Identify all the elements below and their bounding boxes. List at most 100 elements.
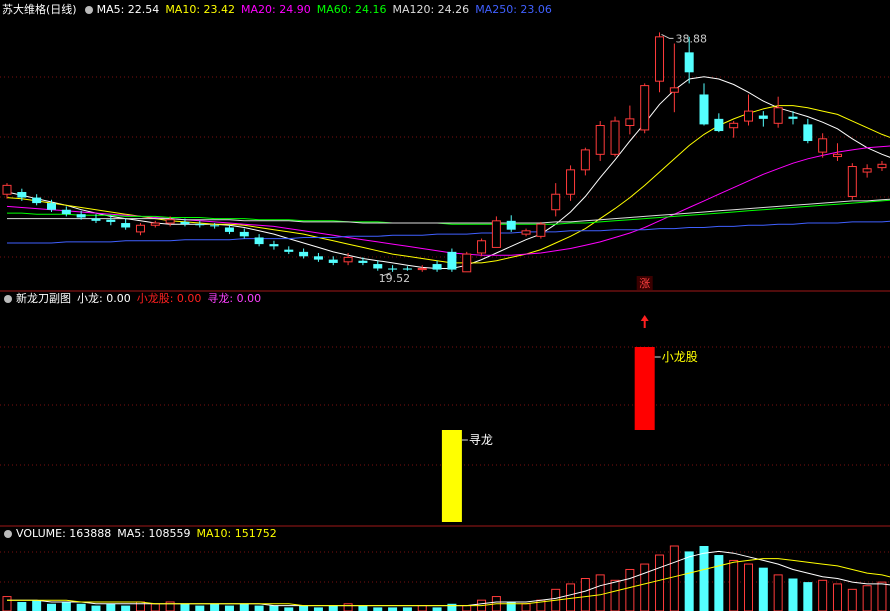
- volume-bar: [744, 563, 753, 611]
- candle-body: [566, 169, 576, 195]
- volume-bar: [388, 607, 398, 611]
- candle-body: [373, 264, 383, 269]
- ma-line-ma10: [6, 105, 890, 264]
- candle-body: [76, 214, 86, 218]
- candle-body: [402, 268, 412, 270]
- ma20-label: MA20: 24.90: [241, 3, 311, 16]
- volume-bar: [655, 554, 665, 611]
- volume-bar: [417, 605, 427, 611]
- candle-body: [625, 118, 635, 127]
- ma60-label: MA60: 24.16: [316, 3, 387, 16]
- candle-body: [714, 118, 724, 132]
- volume-bar: [640, 563, 650, 611]
- candle-body: [239, 231, 249, 237]
- candle-body: [432, 264, 442, 270]
- signal-label: 寻龙: [469, 433, 493, 447]
- volume-bar: [269, 605, 279, 611]
- high-price-label: 38.88: [676, 32, 708, 45]
- candle-body: [669, 87, 679, 93]
- candle-body: [832, 153, 842, 158]
- candle-body: [758, 115, 768, 119]
- ma-line-ma5: [6, 76, 890, 269]
- candle-body: [417, 267, 427, 271]
- volume-bar: [818, 579, 828, 611]
- indicator-title: 新龙刀副图: [16, 292, 71, 305]
- volume-bar: [46, 603, 56, 611]
- candle-body: [521, 230, 531, 235]
- stock-title: 苏大维格(日线): [2, 3, 77, 16]
- volume-bar: [343, 603, 353, 611]
- volume-ma5-value: MA5: 108559: [117, 527, 191, 540]
- ma120-label: MA120: 24.26: [392, 3, 470, 16]
- volume-bar: [254, 605, 264, 611]
- low-price-label: 19.52: [379, 272, 411, 285]
- candle-body: [699, 94, 709, 125]
- signal-bar: [634, 347, 655, 430]
- indicator-settings-dot-icon[interactable]: [4, 295, 12, 303]
- volume-bar: [462, 605, 472, 611]
- settings-dot-icon[interactable]: [84, 6, 93, 14]
- candle-body: [551, 193, 561, 211]
- signal-label: 小龙股: [662, 350, 698, 364]
- volume-bar: [669, 545, 679, 611]
- volume-bar: [76, 603, 86, 611]
- volume-bar: [150, 603, 160, 611]
- volume-bar: [373, 607, 383, 611]
- xiaolonggu-value: 小龙股: 0.00: [136, 292, 202, 305]
- volume-bar: [299, 605, 309, 611]
- candle-body: [729, 122, 739, 129]
- candle-body: [358, 260, 368, 263]
- volume-bar: [284, 607, 294, 611]
- candle-body: [803, 124, 813, 142]
- ma250-label: MA250: 23.06: [475, 3, 552, 16]
- candle-body: [328, 259, 338, 263]
- volume-settings-dot-icon[interactable]: [4, 530, 12, 538]
- volume-bar: [210, 603, 220, 611]
- candle-body: [2, 184, 12, 195]
- candle-body: [343, 256, 353, 263]
- ma10-label: MA10: 23.42: [165, 3, 236, 16]
- candle-body: [61, 209, 71, 215]
- signal-bar: [441, 430, 462, 522]
- candle-body: [506, 220, 516, 230]
- candle-body: [121, 223, 131, 228]
- volume-bar: [224, 605, 234, 611]
- ma-line-ma20: [6, 145, 890, 256]
- candle-body: [447, 251, 457, 270]
- volume-bar: [580, 578, 590, 611]
- volume-bar: [17, 601, 27, 611]
- candle-body: [580, 149, 590, 171]
- candle-body: [210, 225, 220, 227]
- candle-body: [610, 120, 620, 155]
- volume-bar: [121, 605, 131, 611]
- volume-bar: [402, 607, 412, 611]
- volume-bar: [61, 601, 71, 611]
- candle-body: [180, 221, 190, 225]
- volume-bar: [847, 588, 857, 611]
- volume-bar: [358, 605, 368, 611]
- candle-body: [284, 249, 294, 252]
- candle-body: [655, 36, 665, 82]
- candle-body: [269, 244, 279, 247]
- volume-bar: [803, 582, 813, 611]
- candle-body: [224, 227, 234, 232]
- volume-bar: [313, 607, 323, 611]
- volume-bar: [832, 583, 842, 611]
- volume-bar: [180, 603, 190, 611]
- volume-bar: [714, 555, 724, 611]
- candle-body: [773, 107, 783, 124]
- volume-bar: [862, 585, 872, 611]
- volume-panel-header: VOLUME: 163888 MA5: 108559 MA10: 151752: [2, 526, 283, 542]
- candle-body: [254, 237, 264, 245]
- candle-body: [536, 223, 546, 237]
- volume-bar: [328, 605, 338, 611]
- candle-body: [684, 52, 694, 73]
- candle-body: [477, 240, 487, 254]
- signal-arrow-head: [640, 315, 649, 321]
- volume-bar: [106, 603, 116, 611]
- candle-body: [818, 138, 828, 153]
- candle-body: [165, 219, 175, 224]
- volume-bar: [521, 603, 531, 611]
- volume-bar: [877, 581, 887, 611]
- volume-bar: [758, 567, 768, 611]
